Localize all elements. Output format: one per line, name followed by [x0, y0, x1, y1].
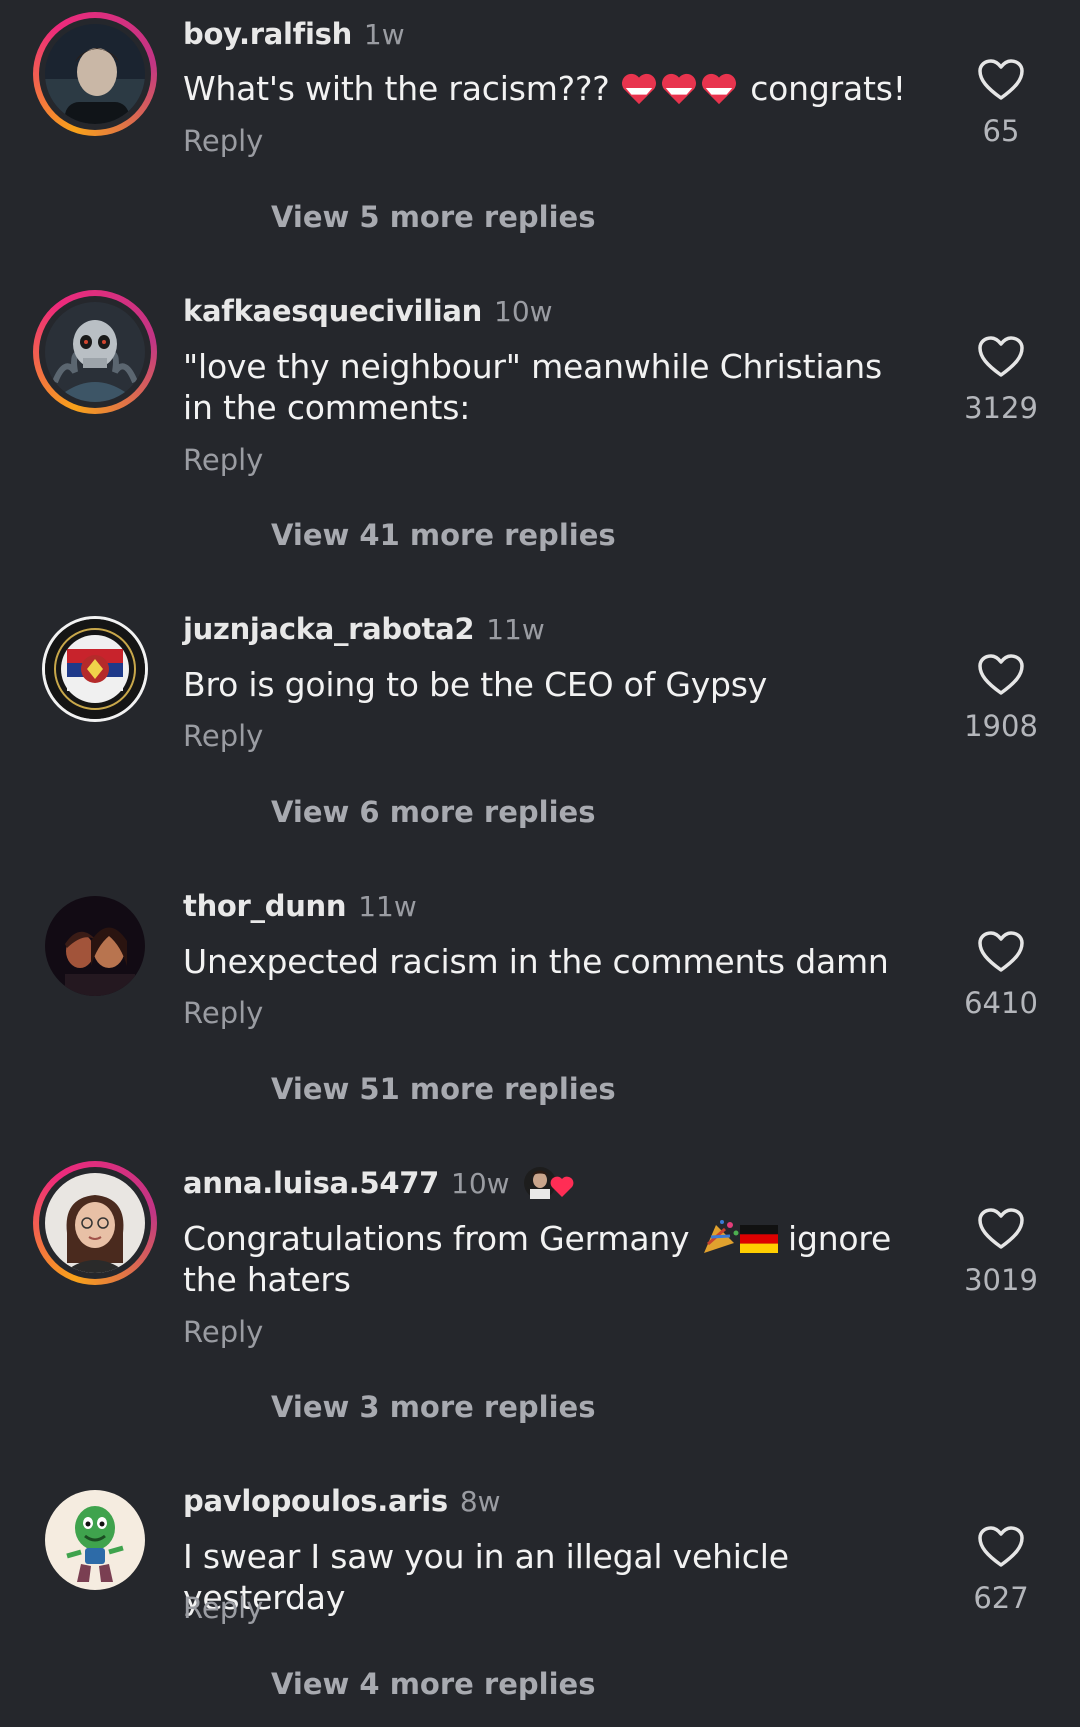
- heart-emoji-icon: [701, 73, 736, 105]
- view-replies-button[interactable]: View 51 more replies: [271, 1072, 616, 1106]
- avatar[interactable]: [33, 884, 157, 1008]
- like-button[interactable]: 1908: [955, 653, 1047, 743]
- reply-button[interactable]: Reply: [183, 1315, 263, 1349]
- view-replies-button[interactable]: View 3 more replies: [271, 1390, 595, 1424]
- like-button[interactable]: 627: [955, 1525, 1047, 1615]
- heart-outline-icon: [978, 336, 1024, 377]
- comment-header: anna.luisa.5477 10w: [183, 1163, 576, 1203]
- heart-outline-icon: [978, 931, 1024, 972]
- comment-text: Bro is going to be the CEO of Gypsy: [183, 665, 768, 704]
- timestamp: 8w: [459, 1484, 501, 1518]
- avatar[interactable]: [33, 1478, 157, 1602]
- heart-outline-icon: [978, 654, 1024, 695]
- view-replies-button[interactable]: View 4 more replies: [271, 1667, 595, 1701]
- like-button[interactable]: 6410: [955, 930, 1047, 1020]
- timestamp: 10w: [451, 1166, 510, 1200]
- like-count: 1908: [964, 709, 1038, 743]
- emblem-avatar-icon: [45, 619, 145, 719]
- username[interactable]: kafkaesquecivilian: [183, 294, 482, 328]
- like-button[interactable]: 65: [955, 58, 1047, 148]
- comment-header: thor_dunn 11w: [183, 886, 417, 926]
- creator-heart-icon: [523, 1167, 573, 1199]
- username[interactable]: thor_dunn: [183, 889, 347, 923]
- reply-button[interactable]: Reply: [183, 996, 263, 1030]
- reply-button[interactable]: Reply: [183, 1591, 263, 1625]
- like-button[interactable]: 3019: [955, 1207, 1047, 1297]
- heart-outline-icon: [978, 1526, 1024, 1567]
- comment-header: juznjacka_rabota2 11w: [183, 609, 545, 649]
- mascot-avatar-icon: [45, 1490, 145, 1590]
- heart-emoji-icon: [661, 73, 696, 105]
- skull-avatar-icon: [45, 302, 145, 402]
- avatar[interactable]: [33, 12, 157, 136]
- timestamp: 10w: [494, 294, 553, 328]
- like-count: 627: [973, 1581, 1029, 1615]
- like-count: 6410: [964, 986, 1038, 1020]
- comment-header: boy.ralfish 1w: [183, 14, 405, 54]
- view-replies-button[interactable]: View 41 more replies: [271, 518, 616, 552]
- creator-liked-badge: [522, 1163, 576, 1203]
- like-count: 65: [982, 114, 1020, 148]
- view-replies-button[interactable]: View 6 more replies: [271, 795, 595, 829]
- heart-outline-icon: [978, 59, 1024, 100]
- reply-button[interactable]: Reply: [183, 443, 263, 477]
- comment-header: kafkaesquecivilian 10w: [183, 291, 553, 331]
- avatar[interactable]: [33, 1161, 157, 1285]
- reply-button[interactable]: Reply: [183, 124, 263, 158]
- avatar-photo-icon: [45, 896, 145, 996]
- confetti-emoji-icon: [703, 1220, 739, 1253]
- username[interactable]: anna.luisa.5477: [183, 1166, 439, 1200]
- like-count: 3019: [964, 1263, 1038, 1297]
- comment-text: "love thy neighbour" meanwhile Christian…: [183, 347, 883, 427]
- username[interactable]: juznjacka_rabota2: [183, 612, 475, 646]
- like-button[interactable]: 3129: [955, 335, 1047, 425]
- view-replies-button[interactable]: View 5 more replies: [271, 200, 595, 234]
- heart-emoji-icon: [621, 73, 656, 105]
- username[interactable]: pavlopoulos.aris: [183, 1484, 448, 1518]
- username[interactable]: boy.ralfish: [183, 17, 352, 51]
- timestamp: 1w: [363, 17, 405, 51]
- comment-header: pavlopoulos.aris 8w: [183, 1481, 501, 1521]
- avatar[interactable]: [33, 290, 157, 414]
- reply-button[interactable]: Reply: [183, 719, 263, 753]
- like-count: 3129: [964, 391, 1038, 425]
- timestamp: 11w: [486, 612, 545, 646]
- comment-text: Unexpected racism in the comments damn: [183, 942, 889, 981]
- comment-text: Congratulations from Germany ignore the …: [183, 1219, 892, 1299]
- comment-text: I swear I saw you in an illegal vehicle …: [183, 1537, 789, 1617]
- avatar-photo-icon: [45, 24, 145, 124]
- avatar[interactable]: [33, 607, 157, 731]
- comment-text: What's with the racism??? congrats!: [183, 69, 906, 108]
- avatar-photo-icon: [45, 1173, 145, 1273]
- germany-flag-icon: [739, 1225, 778, 1253]
- heart-outline-icon: [978, 1208, 1024, 1249]
- timestamp: 11w: [358, 889, 417, 923]
